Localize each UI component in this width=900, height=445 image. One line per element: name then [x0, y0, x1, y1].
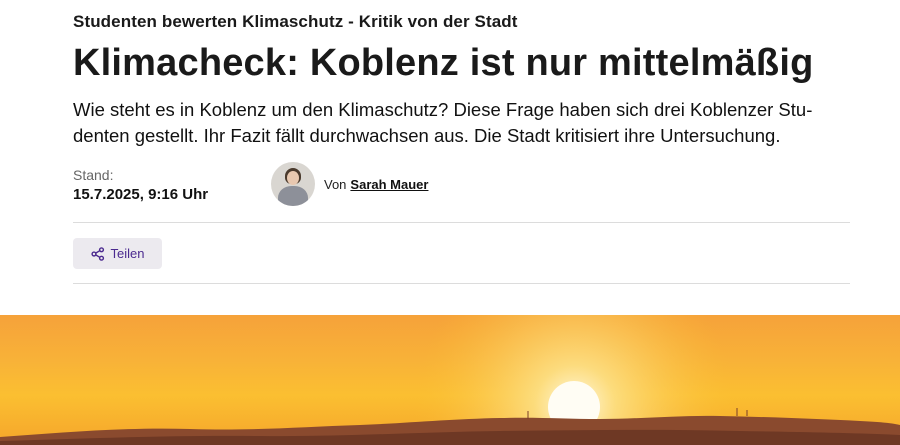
article-headline: Klimacheck: Koblenz ist nur mittelmäßig: [73, 42, 814, 84]
divider: [73, 222, 850, 223]
share-button[interactable]: Teilen: [73, 238, 162, 269]
hero-image: [0, 315, 900, 445]
author-name-link[interactable]: Sarah Mauer: [350, 177, 428, 192]
share-label: Teilen: [110, 246, 145, 261]
article-teaser: Wie steht es in Koblenz um den Klimaschu…: [73, 99, 813, 146]
share-icon: [90, 246, 104, 261]
sunset-image: [0, 315, 900, 445]
author-avatar[interactable]: [271, 162, 315, 206]
article-date: Stand: 15.7.2025, 9:16 Uhr: [73, 167, 208, 203]
date-label: Stand:: [73, 167, 114, 183]
author-byline: Von Sarah Mauer: [271, 162, 428, 206]
author-prefix: Von: [324, 176, 347, 192]
divider: [73, 283, 850, 284]
date-value: 15.7.2025, 9:16 Uhr: [73, 186, 209, 203]
article-kicker: Studenten bewerten Klimaschutz - Kritik …: [73, 12, 518, 31]
